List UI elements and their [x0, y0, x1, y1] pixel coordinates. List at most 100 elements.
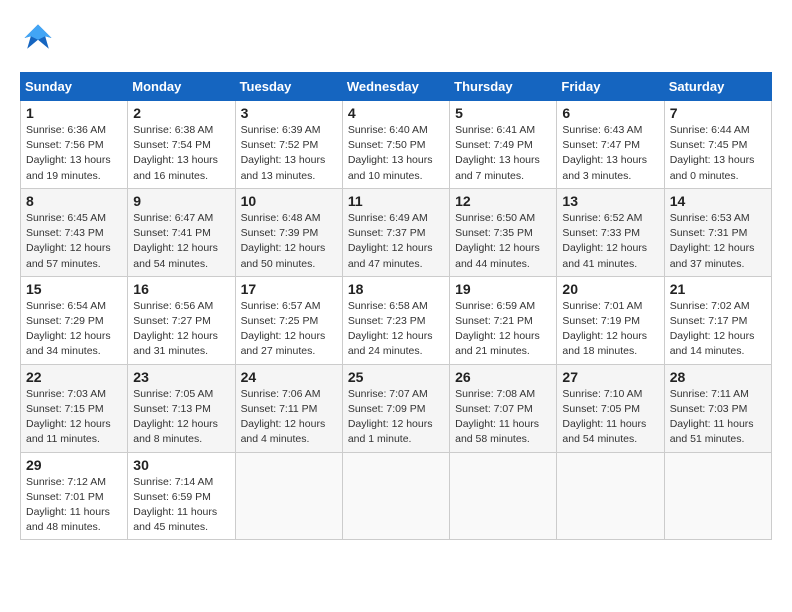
day-detail: Sunrise: 6:39 AM Sunset: 7:52 PM Dayligh… — [241, 123, 337, 184]
day-detail: Sunrise: 6:50 AM Sunset: 7:35 PM Dayligh… — [455, 211, 551, 272]
day-number: 18 — [348, 281, 444, 297]
day-detail: Sunrise: 6:45 AM Sunset: 7:43 PM Dayligh… — [26, 211, 122, 272]
day-detail: Sunrise: 6:47 AM Sunset: 7:41 PM Dayligh… — [133, 211, 229, 272]
calendar-week-1: 1 Sunrise: 6:36 AM Sunset: 7:56 PM Dayli… — [21, 101, 772, 189]
calendar-day-27: 27 Sunrise: 7:10 AM Sunset: 7:05 PM Dayl… — [557, 364, 664, 452]
day-number: 29 — [26, 457, 122, 473]
weekday-header-thursday: Thursday — [450, 73, 557, 101]
day-detail: Sunrise: 7:03 AM Sunset: 7:15 PM Dayligh… — [26, 387, 122, 448]
weekday-header-wednesday: Wednesday — [342, 73, 449, 101]
calendar-body: 1 Sunrise: 6:36 AM Sunset: 7:56 PM Dayli… — [21, 101, 772, 540]
calendar-day-19: 19 Sunrise: 6:59 AM Sunset: 7:21 PM Dayl… — [450, 276, 557, 364]
day-number: 27 — [562, 369, 658, 385]
day-number: 17 — [241, 281, 337, 297]
calendar-day-20: 20 Sunrise: 7:01 AM Sunset: 7:19 PM Dayl… — [557, 276, 664, 364]
weekday-header-saturday: Saturday — [664, 73, 771, 101]
weekday-header-friday: Friday — [557, 73, 664, 101]
day-detail: Sunrise: 7:02 AM Sunset: 7:17 PM Dayligh… — [670, 299, 766, 360]
day-detail: Sunrise: 7:05 AM Sunset: 7:13 PM Dayligh… — [133, 387, 229, 448]
calendar-day-5: 5 Sunrise: 6:41 AM Sunset: 7:49 PM Dayli… — [450, 101, 557, 189]
calendar-table: SundayMondayTuesdayWednesdayThursdayFrid… — [20, 72, 772, 540]
day-detail: Sunrise: 7:07 AM Sunset: 7:09 PM Dayligh… — [348, 387, 444, 448]
empty-cell — [342, 452, 449, 540]
weekday-header-monday: Monday — [128, 73, 235, 101]
calendar-day-18: 18 Sunrise: 6:58 AM Sunset: 7:23 PM Dayl… — [342, 276, 449, 364]
empty-cell — [664, 452, 771, 540]
calendar-day-29: 29 Sunrise: 7:12 AM Sunset: 7:01 PM Dayl… — [21, 452, 128, 540]
day-number: 22 — [26, 369, 122, 385]
day-detail: Sunrise: 6:48 AM Sunset: 7:39 PM Dayligh… — [241, 211, 337, 272]
calendar-day-11: 11 Sunrise: 6:49 AM Sunset: 7:37 PM Dayl… — [342, 188, 449, 276]
day-detail: Sunrise: 7:12 AM Sunset: 7:01 PM Dayligh… — [26, 475, 122, 536]
day-detail: Sunrise: 6:49 AM Sunset: 7:37 PM Dayligh… — [348, 211, 444, 272]
calendar-day-2: 2 Sunrise: 6:38 AM Sunset: 7:54 PM Dayli… — [128, 101, 235, 189]
day-number: 2 — [133, 105, 229, 121]
day-detail: Sunrise: 6:54 AM Sunset: 7:29 PM Dayligh… — [26, 299, 122, 360]
day-detail: Sunrise: 6:43 AM Sunset: 7:47 PM Dayligh… — [562, 123, 658, 184]
calendar-header-row: SundayMondayTuesdayWednesdayThursdayFrid… — [21, 73, 772, 101]
calendar-day-14: 14 Sunrise: 6:53 AM Sunset: 7:31 PM Dayl… — [664, 188, 771, 276]
day-number: 23 — [133, 369, 229, 385]
calendar-day-10: 10 Sunrise: 6:48 AM Sunset: 7:39 PM Dayl… — [235, 188, 342, 276]
day-detail: Sunrise: 7:06 AM Sunset: 7:11 PM Dayligh… — [241, 387, 337, 448]
calendar-week-3: 15 Sunrise: 6:54 AM Sunset: 7:29 PM Dayl… — [21, 276, 772, 364]
day-number: 11 — [348, 193, 444, 209]
day-number: 12 — [455, 193, 551, 209]
calendar-day-9: 9 Sunrise: 6:47 AM Sunset: 7:41 PM Dayli… — [128, 188, 235, 276]
calendar-day-6: 6 Sunrise: 6:43 AM Sunset: 7:47 PM Dayli… — [557, 101, 664, 189]
calendar-day-8: 8 Sunrise: 6:45 AM Sunset: 7:43 PM Dayli… — [21, 188, 128, 276]
day-number: 3 — [241, 105, 337, 121]
day-number: 28 — [670, 369, 766, 385]
empty-cell — [235, 452, 342, 540]
calendar-day-17: 17 Sunrise: 6:57 AM Sunset: 7:25 PM Dayl… — [235, 276, 342, 364]
day-number: 5 — [455, 105, 551, 121]
calendar-day-21: 21 Sunrise: 7:02 AM Sunset: 7:17 PM Dayl… — [664, 276, 771, 364]
calendar-day-25: 25 Sunrise: 7:07 AM Sunset: 7:09 PM Dayl… — [342, 364, 449, 452]
calendar-day-24: 24 Sunrise: 7:06 AM Sunset: 7:11 PM Dayl… — [235, 364, 342, 452]
weekday-header-sunday: Sunday — [21, 73, 128, 101]
day-detail: Sunrise: 6:52 AM Sunset: 7:33 PM Dayligh… — [562, 211, 658, 272]
day-detail: Sunrise: 6:58 AM Sunset: 7:23 PM Dayligh… — [348, 299, 444, 360]
calendar-day-1: 1 Sunrise: 6:36 AM Sunset: 7:56 PM Dayli… — [21, 101, 128, 189]
day-number: 20 — [562, 281, 658, 297]
day-detail: Sunrise: 7:10 AM Sunset: 7:05 PM Dayligh… — [562, 387, 658, 448]
day-number: 21 — [670, 281, 766, 297]
calendar-day-15: 15 Sunrise: 6:54 AM Sunset: 7:29 PM Dayl… — [21, 276, 128, 364]
logo-icon — [20, 20, 56, 56]
day-detail: Sunrise: 6:59 AM Sunset: 7:21 PM Dayligh… — [455, 299, 551, 360]
day-detail: Sunrise: 6:44 AM Sunset: 7:45 PM Dayligh… — [670, 123, 766, 184]
day-number: 15 — [26, 281, 122, 297]
day-number: 16 — [133, 281, 229, 297]
calendar-day-13: 13 Sunrise: 6:52 AM Sunset: 7:33 PM Dayl… — [557, 188, 664, 276]
weekday-header-tuesday: Tuesday — [235, 73, 342, 101]
day-detail: Sunrise: 6:40 AM Sunset: 7:50 PM Dayligh… — [348, 123, 444, 184]
calendar-day-22: 22 Sunrise: 7:03 AM Sunset: 7:15 PM Dayl… — [21, 364, 128, 452]
page-header — [20, 20, 772, 56]
day-detail: Sunrise: 6:36 AM Sunset: 7:56 PM Dayligh… — [26, 123, 122, 184]
day-detail: Sunrise: 6:56 AM Sunset: 7:27 PM Dayligh… — [133, 299, 229, 360]
logo — [20, 20, 62, 56]
day-detail: Sunrise: 6:41 AM Sunset: 7:49 PM Dayligh… — [455, 123, 551, 184]
calendar-week-2: 8 Sunrise: 6:45 AM Sunset: 7:43 PM Dayli… — [21, 188, 772, 276]
day-number: 6 — [562, 105, 658, 121]
calendar-day-28: 28 Sunrise: 7:11 AM Sunset: 7:03 PM Dayl… — [664, 364, 771, 452]
day-number: 19 — [455, 281, 551, 297]
day-number: 7 — [670, 105, 766, 121]
day-number: 13 — [562, 193, 658, 209]
empty-cell — [450, 452, 557, 540]
day-detail: Sunrise: 7:01 AM Sunset: 7:19 PM Dayligh… — [562, 299, 658, 360]
day-number: 8 — [26, 193, 122, 209]
day-detail: Sunrise: 6:53 AM Sunset: 7:31 PM Dayligh… — [670, 211, 766, 272]
calendar-day-12: 12 Sunrise: 6:50 AM Sunset: 7:35 PM Dayl… — [450, 188, 557, 276]
calendar-day-7: 7 Sunrise: 6:44 AM Sunset: 7:45 PM Dayli… — [664, 101, 771, 189]
day-detail: Sunrise: 6:57 AM Sunset: 7:25 PM Dayligh… — [241, 299, 337, 360]
day-number: 25 — [348, 369, 444, 385]
calendar-week-4: 22 Sunrise: 7:03 AM Sunset: 7:15 PM Dayl… — [21, 364, 772, 452]
day-detail: Sunrise: 6:38 AM Sunset: 7:54 PM Dayligh… — [133, 123, 229, 184]
day-number: 9 — [133, 193, 229, 209]
calendar-day-23: 23 Sunrise: 7:05 AM Sunset: 7:13 PM Dayl… — [128, 364, 235, 452]
day-number: 26 — [455, 369, 551, 385]
calendar-day-4: 4 Sunrise: 6:40 AM Sunset: 7:50 PM Dayli… — [342, 101, 449, 189]
day-number: 14 — [670, 193, 766, 209]
calendar-day-30: 30 Sunrise: 7:14 AM Sunset: 6:59 PM Dayl… — [128, 452, 235, 540]
